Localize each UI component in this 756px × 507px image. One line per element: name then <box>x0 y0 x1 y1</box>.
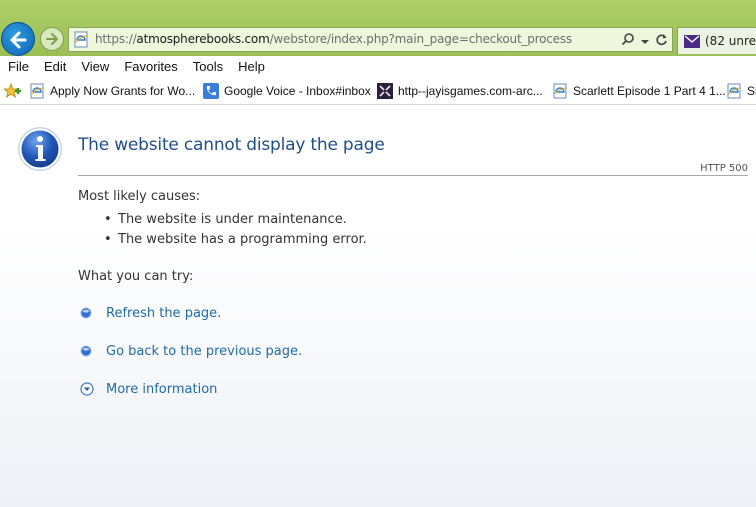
favorite-label: Google Voice - Inbox#inbox <box>224 84 371 98</box>
causes-list: • The website is under maintenance. • The … <box>104 210 367 250</box>
cause-text: The website is under maintenance. <box>118 212 347 227</box>
favorite-item-google-voice[interactable]: Google Voice - Inbox#inbox <box>203 82 371 100</box>
go-back-link[interactable]: Go back to the previous page. <box>106 344 302 359</box>
url-text[interactable]: https://atmospherebooks.com/webstore/ind… <box>95 32 572 46</box>
ie-page-icon <box>30 83 44 99</box>
search-icon[interactable] <box>621 31 635 50</box>
ie-page-icon <box>727 83 741 99</box>
menu-tools[interactable]: Tools <box>186 59 230 74</box>
ie-page-icon <box>553 83 567 99</box>
mail-icon <box>684 35 700 48</box>
favorite-label: Scarlett Episode 1 Part 4 1... <box>573 84 726 98</box>
game-icon <box>377 83 393 99</box>
back-arrow-icon <box>10 31 27 49</box>
phone-icon <box>203 83 219 99</box>
favorite-item-si[interactable]: Si <box>726 82 756 100</box>
blue-bullet-icon <box>80 345 92 357</box>
blue-bullet-icon <box>80 307 92 319</box>
more-information-action[interactable]: More information <box>80 379 217 399</box>
go-back-action[interactable]: Go back to the previous page. <box>80 341 302 361</box>
info-icon <box>18 127 62 171</box>
tab-label: (82 unread) <box>705 34 756 48</box>
error-page: The website cannot display the page HTTP… <box>0 105 756 507</box>
browser-tab[interactable]: (82 unread) <box>677 27 756 54</box>
menu-file[interactable]: File <box>1 59 36 74</box>
address-actions <box>621 31 668 49</box>
forward-button[interactable] <box>40 27 64 51</box>
browser-window: https://atmospherebooks.com/webstore/ind… <box>0 0 756 507</box>
back-button[interactable] <box>1 22 35 56</box>
favorite-label: Si <box>747 84 756 98</box>
favorite-label: http--jayisgames.com-arc... <box>398 84 543 98</box>
cause-item: • The website is under maintenance. <box>104 210 367 230</box>
menu-help[interactable]: Help <box>231 59 272 74</box>
favorite-item-scarlett[interactable]: Scarlett Episode 1 Part 4 1... <box>552 82 726 100</box>
url-path: /webstore/index.php?main_page=checkout_p… <box>269 32 573 46</box>
forward-arrow-icon <box>46 33 58 45</box>
url-scheme: https:// <box>95 32 137 46</box>
causes-heading: Most likely causes: <box>78 189 201 204</box>
url-host: atmospherebooks.com <box>136 32 270 46</box>
dropdown-arrow-icon[interactable] <box>641 31 649 50</box>
refresh-page-link[interactable]: Refresh the page. <box>106 306 221 321</box>
address-bar[interactable]: https://atmospherebooks.com/webstore/ind… <box>68 27 673 52</box>
menu-favorites[interactable]: Favorites <box>117 59 184 74</box>
favorite-label: Apply Now Grants for Wo... <box>50 84 196 98</box>
cause-text: The website has a programming error. <box>118 232 367 247</box>
favorite-item-jayisgames[interactable]: http--jayisgames.com-arc... <box>377 82 543 100</box>
page-title: The website cannot display the page <box>78 135 385 155</box>
bullet-icon: • <box>104 232 112 247</box>
cause-item: • The website has a programming error. <box>104 230 367 250</box>
menu-bar: File Edit View Favorites Tools Help <box>0 56 756 77</box>
refresh-icon[interactable] <box>655 31 668 50</box>
http-status-code: HTTP 500 <box>700 163 748 174</box>
menu-view[interactable]: View <box>74 59 116 74</box>
ie-page-icon <box>74 31 88 48</box>
favorites-star-icon[interactable] <box>4 83 22 100</box>
favorite-item-apply-now[interactable]: Apply Now Grants for Wo... <box>29 82 195 100</box>
try-heading: What you can try: <box>78 269 194 284</box>
refresh-page-action[interactable]: Refresh the page. <box>80 303 221 323</box>
title-divider <box>78 175 748 176</box>
expand-down-icon[interactable] <box>80 382 94 396</box>
more-information-link[interactable]: More information <box>106 382 217 397</box>
menu-edit[interactable]: Edit <box>37 59 73 74</box>
favorites-bar: Apply Now Grants for Wo... Google Voice … <box>0 78 756 105</box>
browser-toolbar: https://atmospherebooks.com/webstore/ind… <box>0 0 756 56</box>
bullet-icon: • <box>104 212 112 227</box>
